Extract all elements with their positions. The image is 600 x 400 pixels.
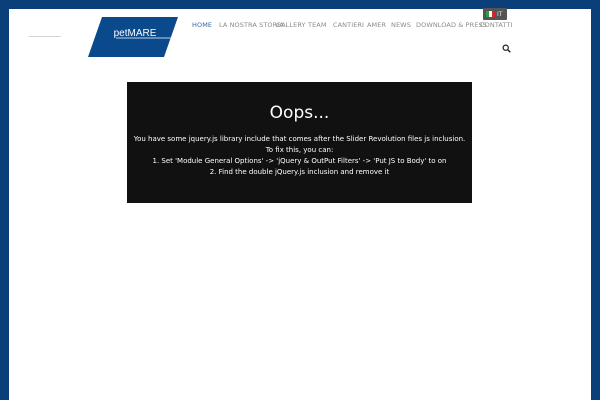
page-frame: petMARE HOME LA NOSTRA STORIA GALLERY TE… — [9, 8, 591, 400]
nav-team[interactable]: TEAM — [308, 21, 327, 29]
decorative-line — [29, 36, 61, 37]
error-line: You have some jquery.js library include … — [133, 135, 466, 143]
nav-home[interactable]: HOME — [192, 21, 212, 29]
error-title: Oops... — [269, 103, 330, 123]
nav-news[interactable]: NEWS — [391, 21, 411, 29]
error-line: 2. Find the double jQuery.js inclusion a… — [209, 168, 390, 176]
error-line: To fix this, you can: — [265, 146, 334, 154]
nav-download-press[interactable]: DOWNLOAD & PRESS — [416, 21, 487, 29]
logo-text: petMARE — [114, 28, 157, 39]
nav-la-nostra-storia[interactable]: LA NOSTRA STORIA — [219, 21, 284, 29]
error-message: You have some jquery.js library include … — [127, 134, 472, 178]
nav-cantieri[interactable]: CANTIERI — [333, 21, 364, 29]
italy-flag-icon — [486, 11, 495, 17]
slider-error-box: Oops... You have some jquery.js library … — [127, 82, 472, 203]
nav-amer[interactable]: AMER — [367, 21, 386, 29]
nav-gallery[interactable]: GALLERY — [276, 21, 306, 29]
search-icon[interactable] — [502, 40, 511, 53]
language-code: IT — [497, 10, 503, 18]
language-switcher[interactable]: IT — [483, 8, 507, 20]
error-line: 1. Set 'Module General Options' -> 'jQue… — [152, 157, 447, 165]
site-logo[interactable]: petMARE — [88, 17, 178, 57]
nav-contatti[interactable]: CONTATTI — [480, 21, 512, 29]
